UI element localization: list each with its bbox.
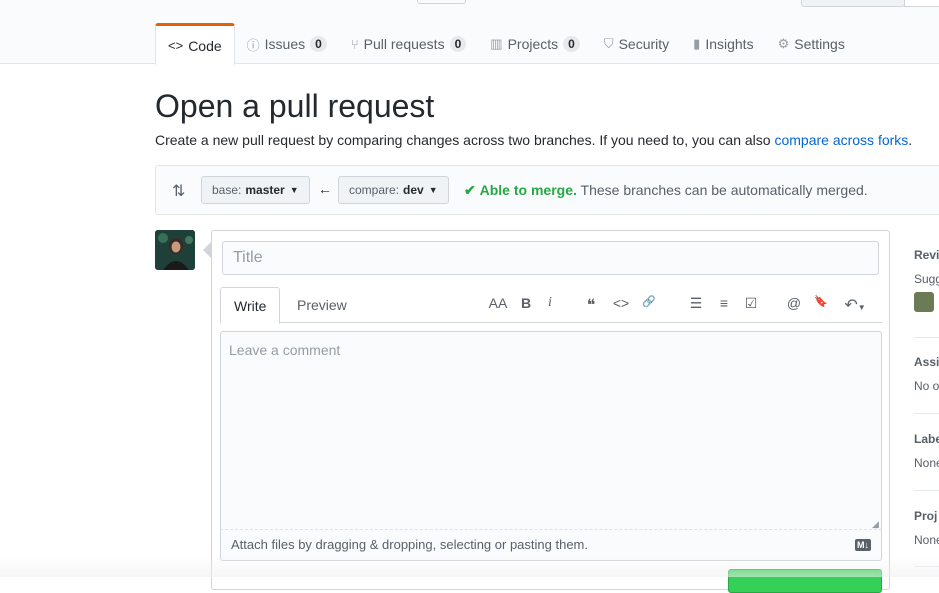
chevron-down-icon: ▼ [428, 185, 438, 195]
bold-icon[interactable]: B [515, 295, 537, 311]
page-title: Open a pull request [155, 88, 435, 124]
bookmark-icon[interactable]: 🔖 [810, 295, 832, 308]
arrow-left-icon: ← [318, 181, 332, 197]
avatar[interactable] [155, 230, 195, 270]
divider [914, 566, 939, 567]
tab-code[interactable]: <> Code [155, 23, 235, 65]
compare-icon: ⇅ [172, 183, 186, 200]
tab-settings[interactable]: ⚙ Settings [766, 23, 857, 65]
code-icon[interactable]: <> [610, 295, 632, 311]
repo-visibility-chip [417, 0, 466, 4]
project-icon: ▥ [490, 36, 503, 51]
bullet-list-icon[interactable]: ☰ [685, 295, 707, 312]
check-icon: ✔ [464, 182, 476, 198]
resize-handle[interactable]: ◢ [872, 519, 879, 530]
quote-icon[interactable]: ❝ [580, 295, 602, 315]
avatar[interactable] [914, 292, 934, 312]
divider [914, 337, 939, 338]
repo-nav: <> Code ⓘ Issues 0 ⑂ Pull requests 0 ▥ P… [155, 23, 857, 65]
tab-security[interactable]: ⛉ Security [592, 23, 681, 65]
divider [914, 413, 939, 414]
assignees-section[interactable]: Assi No o [914, 355, 939, 393]
code-icon: <> [168, 38, 184, 53]
compare-across-forks-link[interactable]: compare across forks [774, 132, 908, 148]
comment-pointer [203, 242, 211, 258]
tab-pull-requests[interactable]: ⑂ Pull requests 0 [339, 23, 478, 65]
editor-tabs: Write Preview AA B i ❝ <> 🔗 ☰ ≡ ☑ @ 🔖 ↶▼ [220, 287, 882, 324]
gear-icon: ⚙ [777, 36, 790, 51]
file-attachment-dropzone[interactable]: Attach files by dragging & dropping, sel… [220, 530, 882, 561]
watch-count-button[interactable] [904, 0, 939, 7]
issue-icon: ⓘ [246, 37, 260, 53]
labels-section[interactable]: Labe None [914, 432, 939, 470]
compare-branch-select[interactable]: compare: dev ▼ [338, 176, 449, 204]
branch-range-editor: ⇅ base: master ▼ ← compare: dev ▼ ✔ Able… [155, 165, 939, 215]
title-input[interactable] [222, 241, 879, 275]
task-list-icon[interactable]: ☑ [740, 295, 762, 312]
issues-counter: 0 [310, 36, 327, 52]
projects-counter: 0 [563, 36, 580, 52]
pull-request-form: Write Preview AA B i ❝ <> 🔗 ☰ ≡ ☑ @ 🔖 ↶▼… [211, 230, 890, 593]
link-icon[interactable]: 🔗 [638, 295, 660, 308]
pull-request-icon: ⑂ [350, 36, 359, 52]
divider [914, 490, 939, 491]
base-branch-select[interactable]: base: master ▼ [201, 176, 310, 204]
page-subtitle: Create a new pull request by comparing c… [155, 132, 913, 148]
watch-button[interactable] [801, 0, 905, 7]
numbered-list-icon[interactable]: ≡ [713, 295, 735, 311]
merge-status: ✔ Able to merge. These branches can be a… [464, 182, 868, 198]
tab-issues[interactable]: ⓘ Issues 0 [235, 23, 339, 65]
tab-write[interactable]: Write [220, 287, 281, 324]
tab-projects[interactable]: ▥ Projects 0 [478, 23, 592, 65]
create-pull-request-button[interactable] [728, 569, 882, 593]
pr-sidebar: Revi Sugg Assi No o Labe None Proj None [900, 230, 939, 577]
italic-icon[interactable]: i [539, 295, 561, 311]
markdown-icon[interactable]: M↓ [855, 539, 871, 551]
tab-insights[interactable]: ▮ Insights [681, 23, 765, 65]
pull-requests-counter: 0 [449, 36, 467, 52]
chevron-down-icon: ▼ [289, 185, 299, 195]
reply-icon[interactable]: ↶▼ [840, 295, 870, 315]
reviewers-section[interactable]: Revi Sugg [914, 248, 939, 315]
comment-textarea[interactable] [220, 331, 882, 530]
mention-icon[interactable]: @ [783, 295, 805, 311]
heading-icon[interactable]: AA [487, 295, 509, 311]
shield-icon: ⛉ [603, 36, 614, 51]
tab-preview[interactable]: Preview [284, 287, 360, 323]
projects-section[interactable]: Proj None [914, 509, 939, 547]
chevron-down-icon: ▼ [857, 303, 866, 312]
graph-icon: ▮ [693, 36, 701, 51]
